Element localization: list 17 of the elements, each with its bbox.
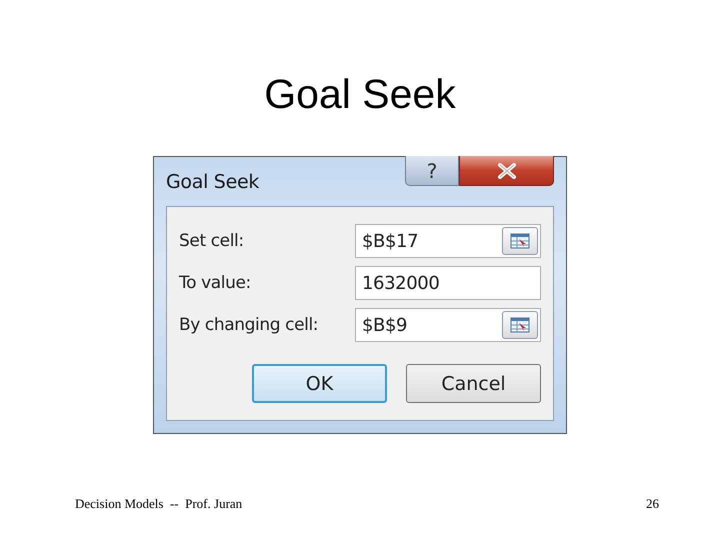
input-field[interactable]: 1632000 bbox=[355, 266, 541, 300]
range-picker-button[interactable] bbox=[502, 227, 538, 255]
field-label: By changing cell: bbox=[179, 315, 318, 335]
close-icon bbox=[496, 162, 518, 178]
page-number: 26 bbox=[646, 496, 659, 512]
dialog-button[interactable]: Cancel bbox=[406, 364, 541, 403]
input-field[interactable]: $B$17 bbox=[355, 224, 541, 258]
input-field[interactable]: $B$9 bbox=[355, 308, 541, 342]
help-button[interactable]: ? bbox=[405, 156, 459, 186]
range-picker-button[interactable] bbox=[502, 311, 538, 339]
close-button[interactable] bbox=[459, 156, 554, 186]
dialog-button[interactable]: OK bbox=[252, 364, 387, 403]
field-label: Set cell: bbox=[179, 231, 244, 251]
slide-title: Goal Seek bbox=[264, 70, 456, 118]
window-title: Goal Seek bbox=[166, 171, 260, 193]
footer-text: Decision Models -- Prof. Juran bbox=[75, 496, 242, 512]
field-label: To value: bbox=[179, 273, 251, 293]
